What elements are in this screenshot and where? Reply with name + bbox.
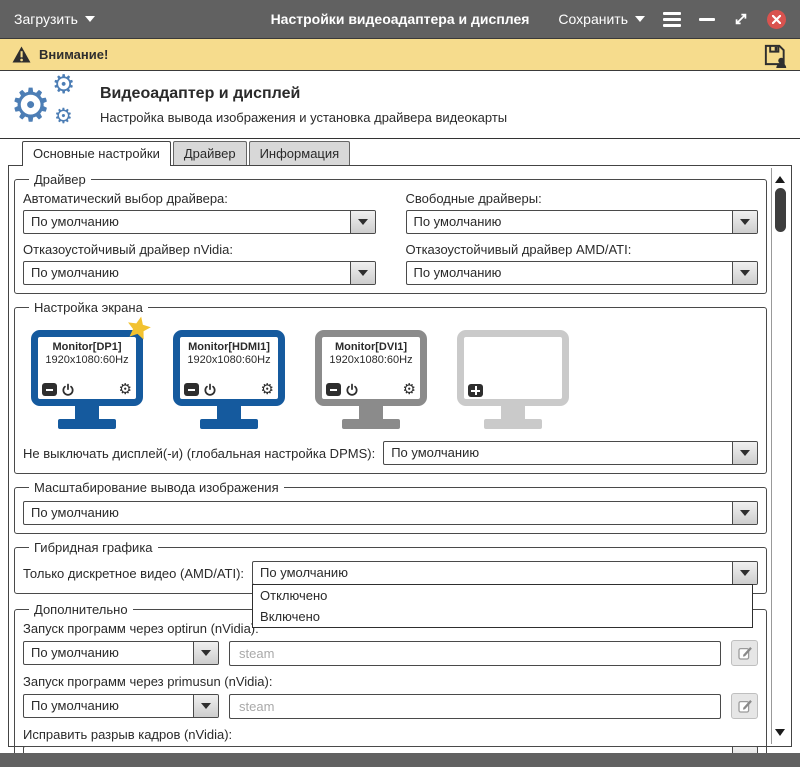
pencil-icon <box>737 698 753 714</box>
discrete-video-dropdown: Отключено Включено <box>252 584 753 628</box>
vertical-scrollbar[interactable] <box>771 168 788 744</box>
chevron-down-icon <box>732 211 757 233</box>
primary-star-icon <box>120 311 157 351</box>
optirun-select[interactable]: По умолчанию <box>23 641 219 665</box>
scroll-down-icon[interactable] <box>772 724 788 741</box>
warning-label: Внимание! <box>39 47 108 62</box>
free-drivers-select[interactable]: По умолчанию <box>406 210 759 234</box>
scaling-section-legend: Масштабирование вывода изображения <box>29 480 284 495</box>
warning-triangle-icon <box>12 46 31 63</box>
dpms-select[interactable]: По умолчанию <box>383 441 758 465</box>
pencil-icon <box>737 645 753 661</box>
monitor-disable-icon[interactable] <box>326 383 341 396</box>
window-bottom-bar <box>0 753 800 767</box>
failsafe-amd-label: Отказоустойчивый драйвер AMD/ATI: <box>406 242 759 257</box>
hybrid-section-legend: Гибридная графика <box>29 540 158 555</box>
primusun-command-input[interactable] <box>229 694 721 719</box>
monitor-settings-icon[interactable]: ⚙ <box>261 382 274 397</box>
monitor-disable-icon[interactable] <box>42 383 57 396</box>
chevron-down-icon <box>732 262 757 284</box>
failsafe-amd-select[interactable]: По умолчанию <box>406 261 759 285</box>
scaling-select[interactable]: По умолчанию <box>23 501 758 525</box>
power-icon[interactable] <box>203 383 217 397</box>
monitor-dp1[interactable]: Monitor[DP1] 1920x1080:60Hz ⚙ <box>31 330 143 429</box>
save-menu-button[interactable]: Сохранить <box>558 11 645 27</box>
chevron-down-icon <box>193 695 218 717</box>
monitor-settings-icon[interactable]: ⚙ <box>119 382 132 397</box>
chevron-down-icon <box>732 502 757 524</box>
optirun-command-input[interactable] <box>229 641 721 666</box>
dropdown-option-disabled[interactable]: Отключено <box>253 585 752 606</box>
dropdown-option-enabled[interactable]: Включено <box>253 606 752 627</box>
monitor-dvi1[interactable]: Monitor[DVI1] 1920x1080:60Hz ⚙ <box>315 330 427 429</box>
chevron-down-icon <box>85 16 95 27</box>
auto-driver-label: Автоматический выбор драйвера: <box>23 191 376 206</box>
chevron-down-icon <box>635 16 645 27</box>
scrollbar-thumb[interactable] <box>775 188 786 232</box>
scaling-section: Масштабирование вывода изображения По ум… <box>14 480 767 534</box>
monitor-settings-icon[interactable]: ⚙ <box>403 382 416 397</box>
monitor-hdmi1[interactable]: Monitor[HDMI1] 1920x1080:60Hz ⚙ <box>173 330 285 429</box>
monitor-add-icon[interactable] <box>468 384 483 397</box>
minimize-icon[interactable] <box>699 18 715 21</box>
page-subtitle: Настройка вывода изображения и установка… <box>100 110 507 125</box>
scroll-up-icon[interactable] <box>772 171 788 188</box>
module-header: ⚙ ⚙ ⚙ Видеоадаптер и дисплей Настройка в… <box>0 71 800 139</box>
auto-driver-select[interactable]: По умолчанию <box>23 210 376 234</box>
tab-content: Драйвер Автоматический выбор драйвера: П… <box>8 165 792 747</box>
discrete-video-label: Только дискретное видео (AMD/ATI): <box>23 566 244 581</box>
power-icon[interactable] <box>345 383 359 397</box>
gears-icon: ⚙ ⚙ ⚙ <box>10 74 84 136</box>
tab-information[interactable]: Информация <box>249 141 351 165</box>
chevron-down-icon <box>350 211 375 233</box>
titlebar: Настройки видеоадаптера и дисплея Загруз… <box>0 0 800 38</box>
load-menu-label: Загрузить <box>14 11 78 27</box>
save-menu-label: Сохранить <box>558 11 628 27</box>
monitor-row: Monitor[DP1] 1920x1080:60Hz ⚙ <box>23 315 758 431</box>
page-title: Видеоадаптер и дисплей <box>100 85 507 103</box>
tab-driver[interactable]: Драйвер <box>173 141 247 165</box>
driver-section-legend: Драйвер <box>29 172 91 187</box>
hybrid-section: Гибридная графика Только дискретное виде… <box>14 540 767 594</box>
extra-section-legend: Дополнительно <box>29 602 133 617</box>
primusun-edit-button[interactable] <box>731 693 758 719</box>
primusun-select[interactable]: По умолчанию <box>23 694 219 718</box>
dpms-label: Не выключать дисплей(-и) (глобальная нас… <box>23 446 375 461</box>
optirun-edit-button[interactable] <box>731 640 758 666</box>
primusun-label: Запуск программ через primusun (nVidia): <box>23 674 758 689</box>
failsafe-nvidia-label: Отказоустойчивый драйвер nVidia: <box>23 242 376 257</box>
discrete-video-select[interactable]: По умолчанию <box>252 561 758 585</box>
tearfree-label: Исправить разрыв кадров (nVidia): <box>23 727 758 742</box>
warning-bar: Внимание! <box>0 38 800 71</box>
screen-section: Настройка экрана Monitor[DP1] 1920x1080:… <box>14 300 767 474</box>
tab-main-settings[interactable]: Основные настройки <box>22 141 171 166</box>
failsafe-nvidia-select[interactable]: По умолчанию <box>23 261 376 285</box>
chevron-down-icon <box>193 642 218 664</box>
free-drivers-label: Свободные драйверы: <box>406 191 759 206</box>
load-menu-button[interactable]: Загрузить <box>14 11 95 27</box>
close-icon[interactable] <box>767 10 786 29</box>
chevron-down-icon <box>732 442 757 464</box>
chevron-down-icon <box>732 562 757 584</box>
monitor-empty-slot[interactable] <box>457 330 569 429</box>
power-icon[interactable] <box>61 383 75 397</box>
save-as-user-icon[interactable] <box>762 42 788 68</box>
maximize-icon[interactable] <box>733 11 749 27</box>
hamburger-menu-icon[interactable] <box>663 12 681 27</box>
monitor-disable-icon[interactable] <box>184 383 199 396</box>
driver-section: Драйвер Автоматический выбор драйвера: П… <box>14 172 767 294</box>
tab-bar: Основные настройки Драйвер Информация <box>0 139 800 165</box>
chevron-down-icon <box>350 262 375 284</box>
